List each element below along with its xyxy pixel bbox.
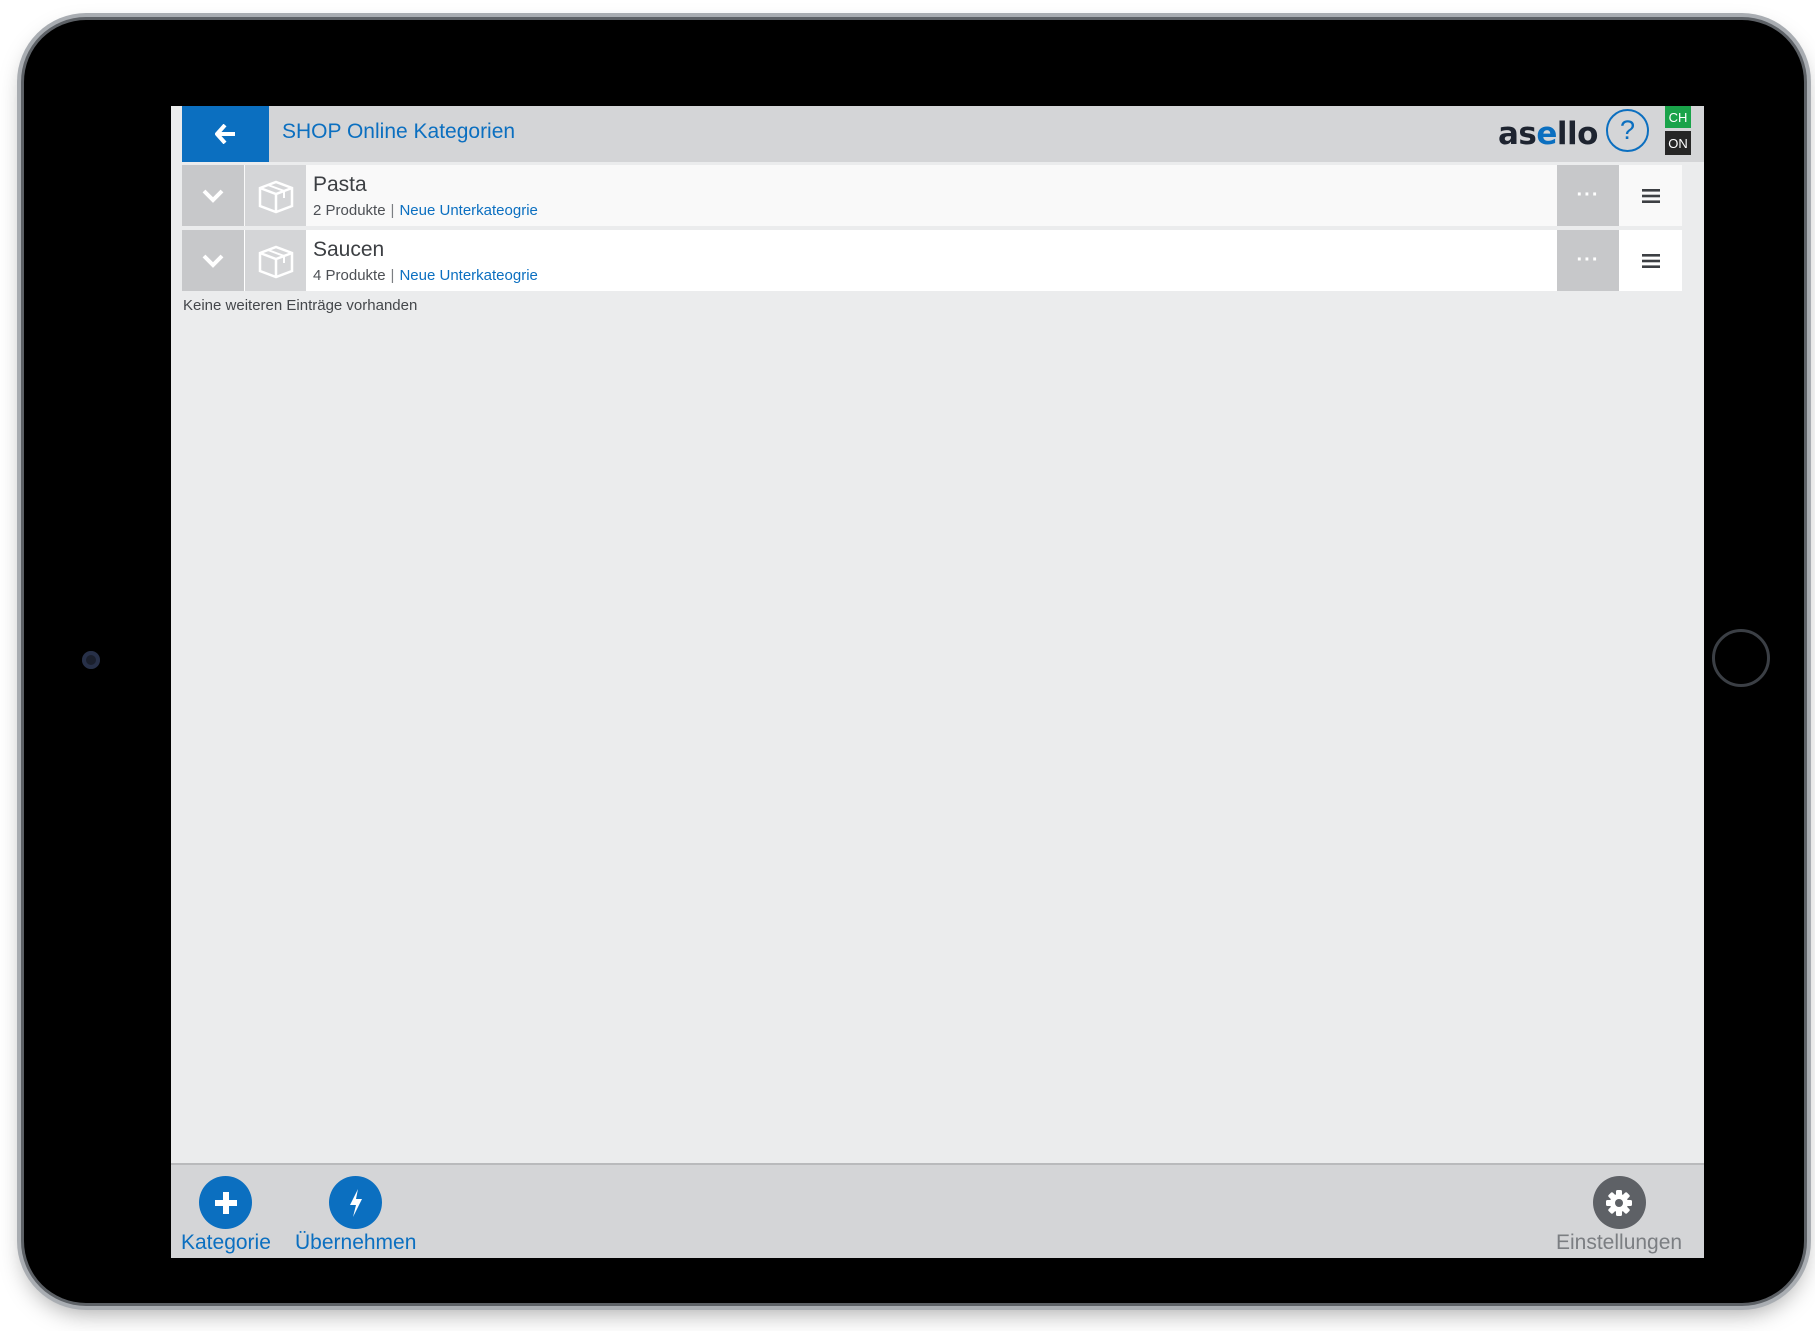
help-button[interactable]: ? xyxy=(1606,109,1649,152)
chevron-down-icon xyxy=(202,254,224,268)
category-name: Pasta xyxy=(313,173,367,196)
apply-label: Übernehmen xyxy=(295,1231,417,1254)
asello-logo: asello xyxy=(1498,116,1598,152)
drag-handle[interactable] xyxy=(1620,165,1682,226)
category-name: Saucen xyxy=(313,238,385,261)
hamburger-icon xyxy=(1642,188,1660,203)
gear-icon xyxy=(1592,1176,1646,1229)
product-count: 4 Produkte xyxy=(313,267,386,284)
plus-icon xyxy=(199,1176,253,1229)
home-button[interactable] xyxy=(1712,629,1770,687)
category-row[interactable]: Saucen 4 Produkte | Neue Unterkateogrie ··… xyxy=(182,230,1682,291)
box-icon xyxy=(258,180,293,213)
bottom-toolbar: Kategorie Übernehmen Einstellungen xyxy=(171,1163,1704,1258)
front-camera xyxy=(82,651,100,669)
back-button[interactable] xyxy=(182,106,269,162)
separator: | xyxy=(390,267,395,284)
settings-button[interactable]: Einstellungen xyxy=(1556,1176,1682,1255)
add-category-button[interactable]: Kategorie xyxy=(181,1176,271,1255)
lightning-icon xyxy=(329,1176,383,1229)
category-image xyxy=(245,230,306,291)
country-badge: CH xyxy=(1665,106,1691,128)
online-status-badge: ON xyxy=(1665,131,1691,155)
new-subcategory-link[interactable]: Neue Unterkateogrie xyxy=(399,202,537,219)
chevron-down-icon xyxy=(202,189,224,203)
product-count: 2 Produkte xyxy=(313,202,386,219)
category-image xyxy=(245,165,306,226)
expand-button[interactable] xyxy=(182,165,244,226)
top-bar: SHOP Online Kategorien asello ? CH ON xyxy=(182,106,1704,162)
expand-button[interactable] xyxy=(182,230,244,291)
category-row[interactable]: Pasta 2 Produkte | Neue Unterkateogrie ··· xyxy=(182,165,1682,226)
page-title: SHOP Online Kategorien xyxy=(282,120,516,143)
hamburger-icon xyxy=(1642,253,1660,268)
app-screen: SHOP Online Kategorien asello ? CH ON Pa… xyxy=(171,106,1704,1258)
question-mark-icon: ? xyxy=(1619,115,1636,145)
no-more-entries-note: Keine weiteren Einträge vorhanden xyxy=(183,297,418,314)
apply-button[interactable]: Übernehmen xyxy=(295,1176,416,1255)
category-meta: 2 Produkte | Neue Unterkateogrie xyxy=(313,202,538,219)
tablet-frame: SHOP Online Kategorien asello ? CH ON Pa… xyxy=(24,20,1804,1303)
separator: | xyxy=(390,202,395,219)
category-meta: 4 Produkte | Neue Unterkateogrie xyxy=(313,267,538,284)
drag-handle[interactable] xyxy=(1620,230,1682,291)
add-category-label: Kategorie xyxy=(181,1231,271,1254)
more-options-button[interactable]: ··· xyxy=(1557,165,1619,226)
more-options-button[interactable]: ··· xyxy=(1557,230,1619,291)
box-icon xyxy=(258,245,293,278)
new-subcategory-link[interactable]: Neue Unterkateogrie xyxy=(399,267,537,284)
arrow-left-icon xyxy=(214,124,235,144)
settings-label: Einstellungen xyxy=(1556,1231,1683,1254)
